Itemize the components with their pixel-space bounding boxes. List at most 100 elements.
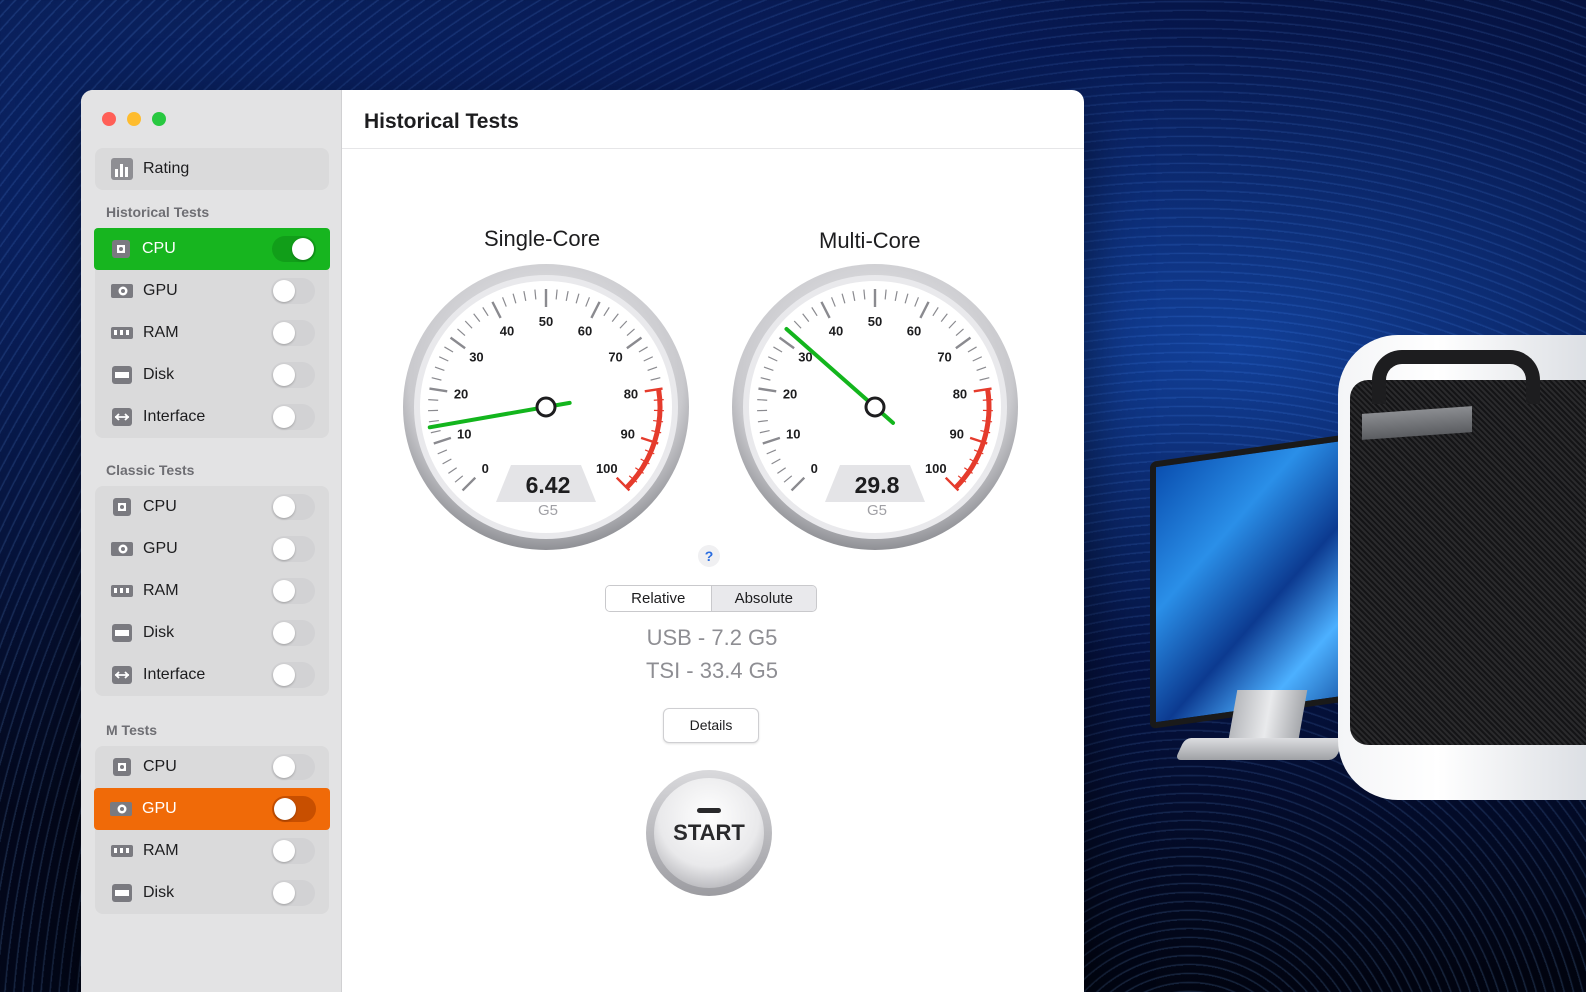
sidebar-item-interface[interactable]: Interface bbox=[95, 654, 329, 696]
gauge-tick-label: 30 bbox=[469, 349, 483, 364]
sidebar-item-label: Disk bbox=[143, 624, 175, 641]
main-header: Historical Tests bbox=[342, 90, 1084, 149]
details-button[interactable]: Details bbox=[663, 708, 759, 743]
interface-icon bbox=[109, 404, 135, 430]
bar-chart-icon bbox=[109, 156, 135, 182]
disk-icon bbox=[109, 362, 135, 388]
sidebar-item-cpu[interactable]: CPU bbox=[95, 486, 329, 528]
gauge-tick-label: 40 bbox=[500, 323, 514, 338]
sidebar-item-label: RAM bbox=[143, 842, 179, 859]
toggle-switch[interactable] bbox=[272, 236, 316, 262]
sidebar-item-label: RAM bbox=[143, 582, 179, 599]
ram-icon bbox=[109, 838, 135, 864]
multi-core-gauge: 010203040506070809010029.8G5 bbox=[732, 264, 1018, 550]
toggle-switch[interactable] bbox=[271, 536, 315, 562]
sidebar-item-label: RAM bbox=[143, 324, 179, 341]
gauge-tick-label: 100 bbox=[925, 461, 947, 476]
toggle-switch[interactable] bbox=[271, 578, 315, 604]
gauge-value: 29.8 bbox=[855, 472, 900, 498]
gauge-hub bbox=[864, 396, 886, 418]
start-button[interactable]: START bbox=[644, 768, 774, 898]
help-button[interactable]: ? bbox=[698, 545, 720, 567]
toggle-switch[interactable] bbox=[271, 838, 315, 864]
sidebar-item-gpu[interactable]: GPU bbox=[95, 528, 329, 570]
m-tests-group: CPU GPU RAM Disk bbox=[94, 746, 330, 914]
gauge-tick-label: 60 bbox=[578, 323, 592, 338]
toggle-switch[interactable] bbox=[271, 404, 315, 430]
gauge-tick-label: 40 bbox=[829, 323, 843, 338]
gauge-tick-label: 70 bbox=[937, 349, 951, 364]
sidebar-item-ram[interactable]: RAM bbox=[95, 830, 329, 872]
toggle-switch[interactable] bbox=[271, 320, 315, 346]
historical-tests-group: CPU GPU RAM Disk Interface bbox=[94, 228, 330, 438]
cpu-icon bbox=[108, 236, 134, 262]
sidebar-item-label: Disk bbox=[143, 884, 175, 901]
interface-icon bbox=[109, 662, 135, 688]
toggle-switch[interactable] bbox=[271, 620, 315, 646]
ram-icon bbox=[109, 578, 135, 604]
sidebar-item-label: CPU bbox=[142, 240, 176, 257]
sidebar-item-gpu[interactable]: GPU bbox=[94, 788, 330, 830]
window-controls bbox=[102, 112, 166, 126]
sidebar-item-disk[interactable]: Disk bbox=[95, 612, 329, 654]
section-title-classic: Classic Tests bbox=[106, 462, 195, 478]
gauge-tick-label: 60 bbox=[907, 323, 921, 338]
sidebar-item-interface[interactable]: Interface bbox=[95, 396, 329, 438]
app-window: Rating Historical Tests CPU GPU RAM Disk Int… bbox=[81, 90, 1084, 992]
gpu-icon bbox=[109, 278, 135, 304]
ram-icon bbox=[109, 320, 135, 346]
sidebar-item-disk[interactable]: Disk bbox=[95, 872, 329, 914]
result-usb: USB - 7.2 G5 bbox=[646, 625, 778, 650]
result-tsi: TSI - 33.4 G5 bbox=[645, 658, 779, 683]
toggle-switch[interactable] bbox=[271, 662, 315, 688]
sidebar-item-label: Interface bbox=[143, 408, 206, 425]
gauge-tick-label: 90 bbox=[950, 427, 964, 442]
single-core-title: Single-Core bbox=[484, 226, 601, 251]
sidebar-item-ram[interactable]: RAM bbox=[95, 312, 329, 354]
gauge-unit: G5 bbox=[867, 502, 887, 519]
toggle-switch[interactable] bbox=[271, 754, 315, 780]
disk-icon bbox=[109, 620, 135, 646]
tower-handle bbox=[1372, 350, 1540, 404]
close-button[interactable] bbox=[102, 112, 116, 126]
gpu-icon bbox=[109, 536, 135, 562]
mode-absolute-option[interactable]: Absolute bbox=[711, 586, 816, 611]
sidebar-item-label: Rating bbox=[143, 160, 190, 177]
sidebar-item-label: CPU bbox=[143, 758, 177, 775]
toggle-switch[interactable] bbox=[271, 362, 315, 388]
sidebar-item-label: CPU bbox=[143, 498, 177, 515]
gauge-tick-label: 90 bbox=[621, 427, 635, 442]
zoom-button[interactable] bbox=[152, 112, 166, 126]
toggle-switch[interactable] bbox=[272, 796, 316, 822]
gauge-tick-label: 0 bbox=[482, 461, 489, 476]
toggle-switch[interactable] bbox=[271, 880, 315, 906]
mode-segmented-control: Relative Absolute bbox=[605, 585, 817, 612]
start-label: START bbox=[673, 820, 745, 845]
sidebar-item-cpu[interactable]: CPU bbox=[95, 746, 329, 788]
sidebar: Rating Historical Tests CPU GPU RAM Disk Int… bbox=[81, 90, 342, 992]
gauge-tick-label: 20 bbox=[454, 387, 468, 402]
minimize-button[interactable] bbox=[127, 112, 141, 126]
gauge-tick-label: 0 bbox=[811, 461, 818, 476]
gauge-unit: G5 bbox=[538, 502, 558, 519]
toggle-switch[interactable] bbox=[271, 494, 315, 520]
gauge-tick-label: 80 bbox=[624, 387, 638, 402]
gauge-tick-label: 10 bbox=[457, 427, 471, 442]
toggle-switch[interactable] bbox=[271, 278, 315, 304]
sidebar-item-ram[interactable]: RAM bbox=[95, 570, 329, 612]
cpu-icon bbox=[109, 754, 135, 780]
gauge-value: 6.42 bbox=[526, 472, 571, 498]
gpu-icon bbox=[108, 796, 134, 822]
sidebar-item-rating[interactable]: Rating bbox=[95, 148, 329, 190]
sidebar-item-disk[interactable]: Disk bbox=[95, 354, 329, 396]
multi-core-title: Multi-Core bbox=[819, 228, 921, 253]
section-title-m: M Tests bbox=[106, 722, 158, 738]
gauge-tick-label: 50 bbox=[539, 314, 553, 329]
cpu-icon bbox=[109, 494, 135, 520]
disk-icon bbox=[109, 880, 135, 906]
sidebar-item-gpu[interactable]: GPU bbox=[95, 270, 329, 312]
sidebar-item-label: Interface bbox=[143, 666, 206, 683]
sidebar-item-cpu[interactable]: CPU bbox=[94, 228, 330, 270]
section-title-historical: Historical Tests bbox=[106, 204, 210, 220]
mode-relative-option[interactable]: Relative bbox=[606, 586, 712, 611]
